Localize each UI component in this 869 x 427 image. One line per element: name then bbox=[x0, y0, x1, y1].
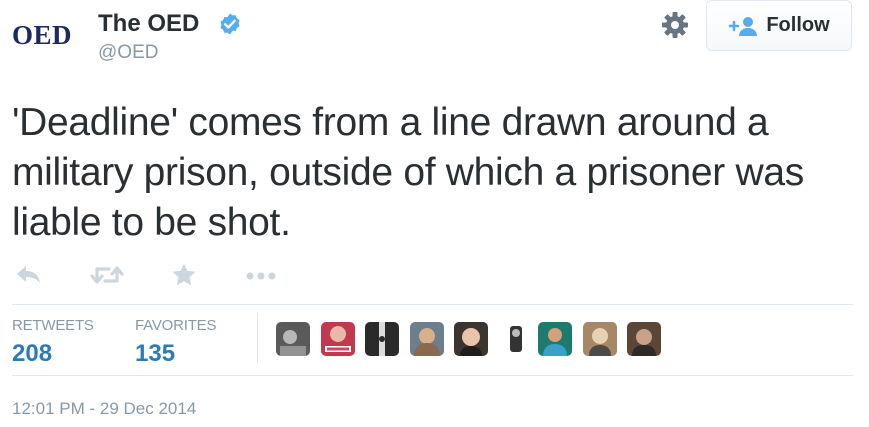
favoriter-avatar-6[interactable] bbox=[499, 322, 533, 356]
follow-button-label: Follow bbox=[766, 14, 830, 36]
retweets-label[interactable]: RETWEETS bbox=[12, 317, 94, 334]
favoriter-avatar-9[interactable] bbox=[627, 322, 661, 356]
favorite-icon[interactable] bbox=[171, 262, 197, 288]
favoriter-avatar-4[interactable] bbox=[410, 322, 444, 356]
more-icon[interactable] bbox=[245, 262, 277, 288]
favoriter-avatar-7[interactable] bbox=[538, 322, 572, 356]
stats-bottom-divider bbox=[12, 375, 853, 376]
favoriter-avatar-2[interactable] bbox=[321, 322, 355, 356]
oed-logo[interactable]: OED bbox=[12, 20, 84, 50]
retweets-count[interactable]: 208 bbox=[12, 340, 52, 368]
favoriter-avatar-8[interactable] bbox=[583, 322, 617, 356]
reply-icon[interactable] bbox=[15, 262, 43, 288]
retweet-icon[interactable] bbox=[90, 262, 124, 288]
favoriter-avatar-5[interactable] bbox=[454, 322, 488, 356]
tweet-text: 'Deadline' comes from a line drawn aroun… bbox=[12, 101, 804, 244]
verified-badge-icon bbox=[220, 13, 240, 35]
favoriter-avatar-3[interactable] bbox=[365, 322, 399, 356]
add-user-icon bbox=[729, 16, 758, 36]
user-handle[interactable]: @OED bbox=[98, 42, 158, 64]
favorites-count[interactable]: 135 bbox=[135, 340, 175, 368]
follow-button[interactable]: Follow bbox=[706, 0, 852, 51]
favoriter-avatar-1[interactable] bbox=[276, 322, 310, 356]
stats-top-divider bbox=[12, 304, 853, 305]
stats-vertical-divider bbox=[257, 313, 258, 363]
favorites-label[interactable]: FAVORITES bbox=[135, 317, 216, 334]
tweet-timestamp[interactable]: 12:01 PM - 29 Dec 2014 bbox=[12, 399, 196, 419]
display-name[interactable]: The OED bbox=[98, 10, 199, 38]
gear-icon[interactable] bbox=[661, 11, 689, 39]
